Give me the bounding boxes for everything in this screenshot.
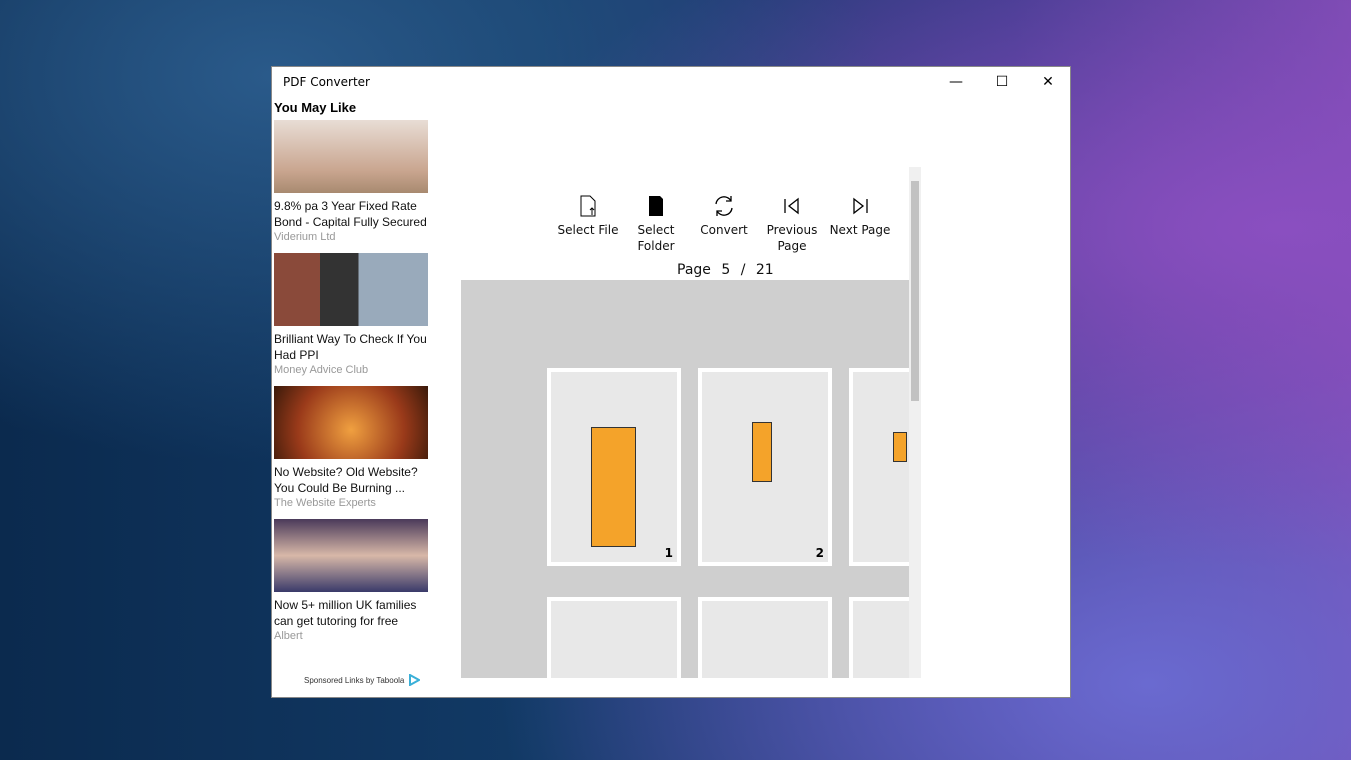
folder-icon bbox=[649, 196, 663, 216]
ad-source: Albert bbox=[274, 630, 303, 642]
convert-label: Convert bbox=[700, 223, 748, 237]
illustration-panel bbox=[698, 597, 832, 678]
page-indicator: Page 5 / 21 bbox=[677, 262, 774, 278]
illustration-panel: 1 bbox=[547, 368, 681, 566]
title-bar: PDF Converter — ☐ ✕ bbox=[272, 67, 1070, 97]
minimize-button[interactable]: — bbox=[933, 67, 979, 97]
panel-number: 1 bbox=[664, 546, 673, 560]
ad-title[interactable]: Brilliant Way To Check If You Had PPI bbox=[274, 331, 434, 363]
window-title: PDF Converter bbox=[283, 75, 370, 89]
page-number: 5 / 21 bbox=[721, 262, 774, 278]
ad-item[interactable]: No Website? Old Website? You Could Be Bu… bbox=[274, 386, 434, 510]
page-label: Page bbox=[677, 262, 711, 278]
vertical-scrollbar[interactable] bbox=[909, 167, 921, 678]
previous-page-label: Previous Page bbox=[766, 223, 818, 253]
convert-button[interactable]: Convert bbox=[690, 194, 758, 254]
ad-title[interactable]: No Website? Old Website? You Could Be Bu… bbox=[274, 464, 434, 496]
ad-image[interactable] bbox=[274, 386, 428, 459]
panel-number: 2 bbox=[815, 546, 824, 560]
ad-source: Viderium Ltd bbox=[274, 231, 336, 243]
select-folder-button[interactable]: Select Folder bbox=[622, 194, 690, 254]
illustration-panel bbox=[547, 597, 681, 678]
ad-sidebar: You May Like 9.8% pa 3 Year Fixed Rate B… bbox=[274, 100, 434, 652]
sidebar-heading: You May Like bbox=[274, 100, 357, 115]
ad-image[interactable] bbox=[274, 519, 428, 592]
illustration-panel: 2 bbox=[698, 368, 832, 566]
sponsored-links[interactable]: Sponsored Links by Taboola bbox=[304, 674, 421, 686]
illustration-panel bbox=[849, 368, 909, 566]
select-folder-label: Select Folder bbox=[637, 223, 675, 253]
refresh-icon bbox=[715, 196, 733, 216]
app-window: PDF Converter — ☐ ✕ You May Like 9.8% pa… bbox=[271, 66, 1071, 698]
select-file-button[interactable]: Select File bbox=[554, 194, 622, 254]
ad-title[interactable]: Now 5+ million UK families can get tutor… bbox=[274, 597, 434, 629]
next-page-button[interactable]: Next Page bbox=[826, 194, 894, 254]
close-button[interactable]: ✕ bbox=[1025, 67, 1071, 97]
ad-item[interactable]: Brilliant Way To Check If You Had PPI Mo… bbox=[274, 253, 434, 377]
ad-image[interactable] bbox=[274, 253, 428, 326]
toolbar: Select File Select Folder Convert Previo… bbox=[554, 194, 894, 254]
next-icon bbox=[853, 197, 868, 215]
ad-title[interactable]: 9.8% pa 3 Year Fixed Rate Bond - Capital… bbox=[274, 198, 434, 230]
ad-source: Money Advice Club bbox=[274, 364, 369, 376]
select-file-label: Select File bbox=[557, 223, 619, 237]
ad-item[interactable]: 9.8% pa 3 Year Fixed Rate Bond - Capital… bbox=[274, 120, 434, 244]
maximize-button[interactable]: ☐ bbox=[979, 67, 1025, 97]
ad-item[interactable]: Now 5+ million UK families can get tutor… bbox=[274, 519, 434, 643]
previous-icon bbox=[784, 197, 799, 215]
pdf-viewer[interactable]: 1 2 bbox=[461, 280, 909, 678]
file-upload-icon bbox=[580, 195, 596, 217]
taboola-icon bbox=[409, 674, 421, 686]
illustration-panel bbox=[849, 597, 909, 678]
sponsored-label[interactable]: Sponsored Links by Taboola bbox=[304, 676, 404, 685]
scrollbar-thumb[interactable] bbox=[911, 181, 919, 401]
next-page-label: Next Page bbox=[829, 223, 891, 237]
previous-page-button[interactable]: Previous Page bbox=[758, 194, 826, 254]
ad-image[interactable] bbox=[274, 120, 428, 193]
ad-source: The Website Experts bbox=[274, 497, 376, 509]
